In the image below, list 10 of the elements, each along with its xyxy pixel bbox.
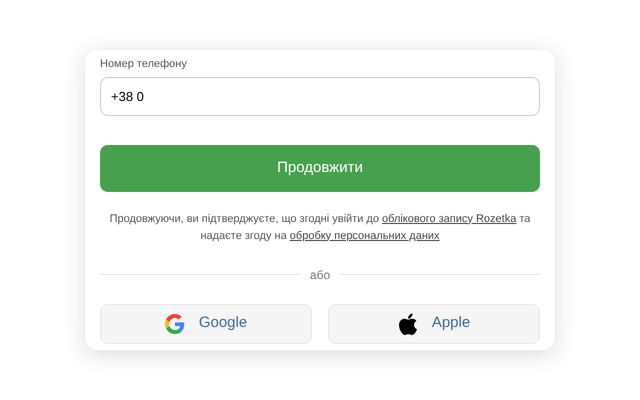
consent-text: Продовжуючи, ви підтверджуєте, що згодні увійти до облікового запису Rozetka та надаєте згоду на обробку персональних даних: [108, 212, 532, 244]
data-processing-link[interactable]: обробку персональних даних: [290, 230, 440, 242]
apple-logo-icon: [398, 312, 418, 334]
google-logo-icon: [164, 314, 185, 334]
social-login-button[interactable]: Apple: [328, 304, 540, 344]
social-login-button[interactable]: Google: [100, 304, 312, 344]
phone-field[interactable]: +38 0: [100, 76, 540, 116]
account-link[interactable]: облікового запису Rozetka: [382, 212, 516, 224]
divider-label: або: [310, 266, 330, 284]
field-label: Номер телефону: [100, 57, 187, 72]
